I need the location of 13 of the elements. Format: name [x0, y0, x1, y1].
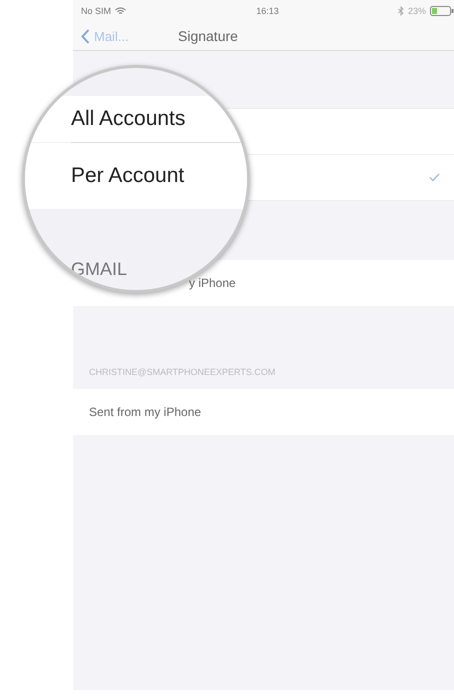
- clock-text: 16:13: [256, 6, 279, 16]
- carrier-text: No SIM: [81, 6, 112, 16]
- bluetooth-icon: [398, 6, 404, 16]
- battery-percent-text: 23%: [408, 6, 426, 16]
- magnified-option-label: All Accounts: [71, 107, 186, 131]
- section-header: CHRISTINE@SMARTPHONEEXPERTS.COM: [89, 367, 276, 377]
- magnified-option-label: Per Account: [71, 164, 184, 188]
- chevron-left-icon: [81, 28, 90, 44]
- signature-text[interactable]: Sent from my iPhone: [89, 405, 202, 419]
- nav-title: Signature: [178, 28, 238, 44]
- battery-icon: [430, 6, 454, 16]
- wifi-icon: [115, 7, 126, 15]
- signature-text[interactable]: y iPhone: [189, 276, 236, 290]
